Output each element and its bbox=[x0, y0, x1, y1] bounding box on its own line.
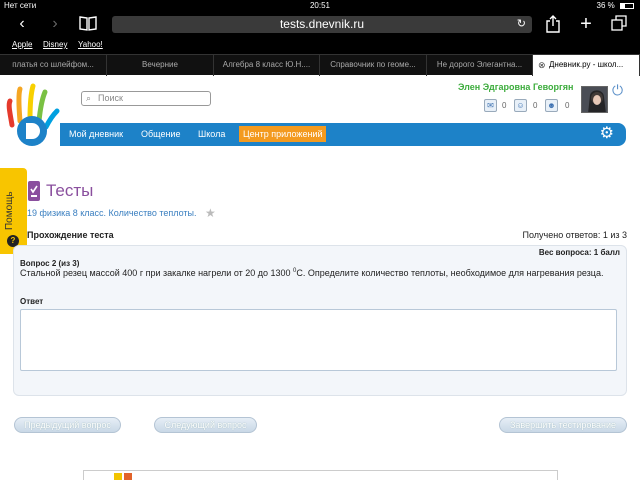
bookmark-disney[interactable]: Disney bbox=[43, 40, 67, 49]
main-nav: Мой дневник Общение Школа Центр приложен… bbox=[60, 123, 626, 146]
dnevnik-logo[interactable] bbox=[4, 83, 62, 148]
favorite-star-icon[interactable]: ★ bbox=[205, 206, 216, 220]
question-text: Стальной резец массой 400 г при закалке … bbox=[20, 268, 604, 278]
search-input[interactable]: ⌕ Поиск bbox=[81, 91, 211, 106]
friend-requests-icon[interactable]: ☺ bbox=[514, 99, 527, 112]
help-label: Помощь bbox=[4, 191, 15, 230]
battery-percent: 36 % bbox=[596, 1, 615, 10]
tabs-overview-icon[interactable] bbox=[609, 15, 629, 33]
question-weight: Вес вопроса: 1 балл bbox=[538, 248, 620, 257]
groups-count: 0 bbox=[565, 101, 570, 110]
bookmarks-book-icon[interactable] bbox=[78, 15, 98, 33]
finish-test-button[interactable]: Завершить тестирование bbox=[499, 417, 627, 433]
active-tab-label: Дневник.ру - школ... bbox=[549, 60, 624, 69]
reload-icon[interactable]: ↻ bbox=[517, 16, 526, 33]
tests-checklist-icon bbox=[27, 180, 41, 202]
address-bar[interactable]: tests.dnevnik.ru ↻ bbox=[112, 16, 532, 33]
help-tab[interactable]: Помощь ? bbox=[0, 168, 27, 254]
answer-textarea[interactable] bbox=[20, 309, 617, 371]
answer-label: Ответ bbox=[20, 297, 44, 306]
battery-indicator: 36 % bbox=[597, 1, 634, 10]
gear-icon[interactable]: ⚙ bbox=[600, 126, 614, 142]
browser-tab[interactable]: Алгебра 8 класс Ю.Н.... bbox=[214, 55, 320, 76]
new-tab-plus-icon[interactable]: + bbox=[576, 14, 596, 34]
logout-power-icon[interactable]: ⏻ bbox=[612, 82, 623, 99]
battery-icon bbox=[620, 2, 634, 9]
previous-question-button[interactable]: Предыдущий вопрос bbox=[14, 417, 121, 433]
friend-requests-count: 0 bbox=[533, 101, 538, 110]
browser-tabs: платья со шлейфом... Вечерние Алгебра 8 … bbox=[0, 54, 640, 76]
answers-count: Получено ответов: 1 из 3 bbox=[522, 230, 628, 240]
groups-icon[interactable]: ☻ bbox=[545, 99, 558, 112]
nav-app-center[interactable]: Центр приложений bbox=[239, 126, 327, 142]
search-placeholder: Поиск bbox=[98, 93, 123, 103]
messages-icon[interactable]: ✉ bbox=[484, 99, 497, 112]
nav-my-diary[interactable]: Мой дневник bbox=[69, 129, 123, 139]
breadcrumb[interactable]: 19 физика 8 класс. Количество теплоты. bbox=[27, 208, 197, 218]
user-name-link[interactable]: Элен Эдгаровна Геворгян bbox=[458, 82, 573, 92]
search-icon: ⌕ bbox=[86, 93, 92, 103]
browser-tab-active[interactable]: ⊗ Дневник.ру - школ... bbox=[533, 55, 640, 76]
bottom-banner[interactable] bbox=[83, 470, 558, 480]
question-number: Вопрос 2 (из 3) bbox=[20, 259, 80, 268]
forward-icon[interactable]: › bbox=[45, 15, 65, 33]
nav-school[interactable]: Школа bbox=[198, 129, 225, 139]
browser-tab[interactable]: Вечерние bbox=[107, 55, 214, 76]
close-tab-icon[interactable]: ⊗ bbox=[538, 55, 546, 75]
next-question-button[interactable]: Следующий вопрос bbox=[154, 417, 257, 433]
messages-count: 0 bbox=[502, 101, 507, 110]
bookmark-yahoo[interactable]: Yahoo! bbox=[78, 40, 103, 49]
avatar[interactable] bbox=[581, 86, 608, 113]
share-icon[interactable] bbox=[543, 15, 563, 33]
status-bar: Нет сети 20:51 36 % bbox=[0, 0, 640, 12]
browser-tab[interactable]: Не дорого Элегантна... bbox=[427, 55, 533, 76]
bookmark-apple[interactable]: Apple bbox=[12, 40, 32, 49]
clock: 20:51 bbox=[309, 1, 331, 10]
bookmarks-bar: Apple Disney Yahoo! bbox=[0, 37, 640, 54]
browser-tab[interactable]: Справочник по геоме... bbox=[320, 55, 427, 76]
nav-communication[interactable]: Общение bbox=[141, 129, 180, 139]
browser-tab[interactable]: платья со шлейфом... bbox=[0, 55, 107, 76]
url-text: tests.dnevnik.ru bbox=[279, 17, 365, 31]
page-title: Тесты bbox=[46, 181, 94, 200]
back-icon[interactable]: ‹ bbox=[12, 15, 32, 33]
section-title: Прохождение теста bbox=[27, 230, 114, 240]
